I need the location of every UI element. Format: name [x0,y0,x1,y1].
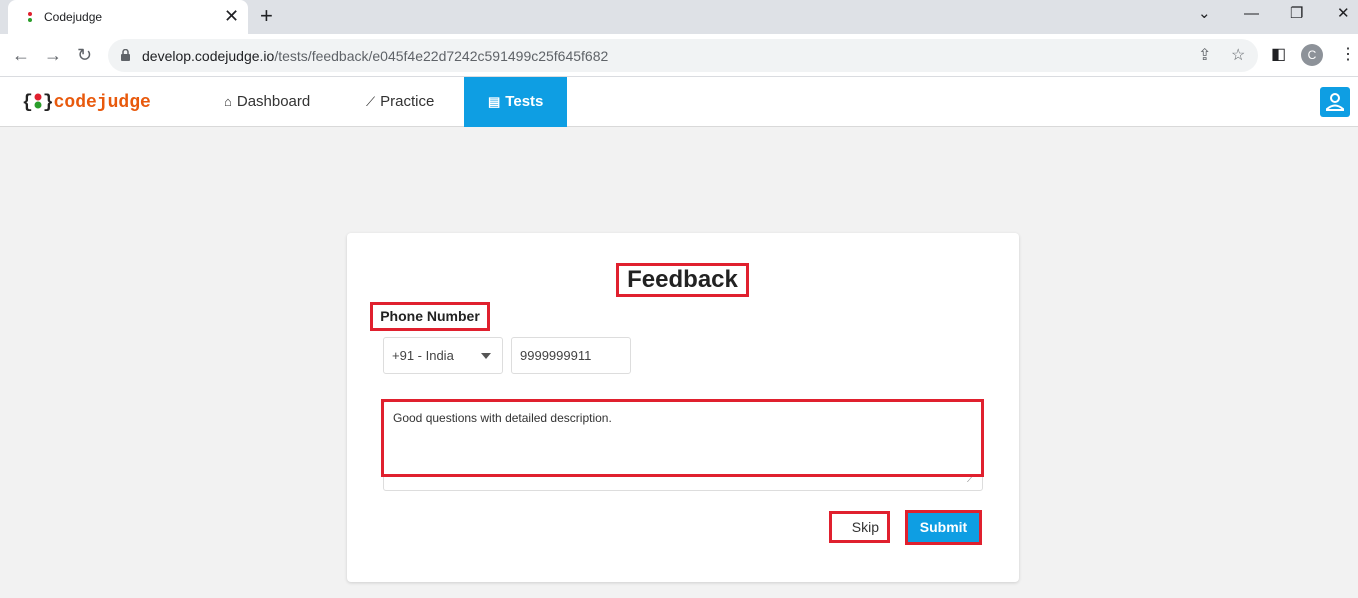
forward-icon[interactable]: → [44,43,62,67]
nav-tests[interactable]: ▤ Tests [464,77,568,127]
back-icon[interactable]: ← [12,43,30,67]
restore-icon[interactable]: ❐ [1290,4,1303,24]
url-path: /tests/feedback/e045f4e22d7242c591499c25… [274,48,609,64]
app-navbar: {}codejudge ⌂ Dashboard ⟋ Practice ▤ Tests [0,77,1358,127]
home-icon: ⌂ [224,94,232,109]
reload-icon[interactable]: ↻ [77,43,92,67]
window-close-icon[interactable]: ✕ [1337,4,1350,24]
codejudge-logo[interactable]: {}codejudge [22,92,151,113]
menu-kebab-icon[interactable]: ⋮ [1340,44,1356,66]
feedback-title: Feedback [616,263,749,297]
tab-close-icon[interactable]: ✕ [224,5,239,27]
country-code-select[interactable]: +91 - India [383,337,503,374]
bookmark-star-icon[interactable]: ☆ [1231,46,1245,66]
logo-dots-icon [34,93,42,109]
nav-dashboard[interactable]: ⌂ Dashboard [224,77,310,127]
side-panel-icon[interactable]: ◧ [1271,44,1286,66]
skip-button[interactable]: Skip [829,511,890,543]
phone-number-label: Phone Number [370,302,490,331]
profile-avatar[interactable]: C [1301,44,1323,66]
tab-search-icon[interactable]: ⌄ [1198,4,1211,24]
country-code-value: +91 - India [392,348,454,363]
browser-tab[interactable]: Codejudge ✕ [8,0,248,34]
clipboard-icon: ▤ [488,94,501,109]
address-bar[interactable]: develop.codejudge.io/tests/feedback/e045… [108,39,1258,72]
phone-number-input[interactable]: 9999999911 [511,337,631,374]
codejudge-favicon-icon [28,12,32,22]
submit-button[interactable]: Submit [905,510,982,545]
url-host: develop.codejudge.io [142,48,275,64]
new-tab-icon[interactable]: + [260,4,273,28]
dropdown-caret-icon [481,353,491,359]
lock-icon [121,49,130,61]
feedback-card: Feedback Phone Number +91 - India 999999… [347,233,1019,582]
nav-practice[interactable]: ⟋ Practice [366,77,434,127]
browser-tab-bar: Codejudge ✕ + ⌄ — ❐ ✕ [0,0,1358,34]
user-icon [1326,93,1344,111]
share-icon[interactable]: ⇪ [1198,46,1211,66]
trend-icon: ⟋ [366,94,376,109]
browser-toolbar: ← → ↻ develop.codejudge.io/tests/feedbac… [0,34,1358,77]
tab-title: Codejudge [44,10,103,24]
user-account-button[interactable] [1320,87,1350,117]
url-text: develop.codejudge.io/tests/feedback/e045… [142,48,608,64]
feedback-highlight-box [381,399,984,477]
minimize-icon[interactable]: — [1244,4,1259,24]
logo-text: codejudge [53,93,151,113]
